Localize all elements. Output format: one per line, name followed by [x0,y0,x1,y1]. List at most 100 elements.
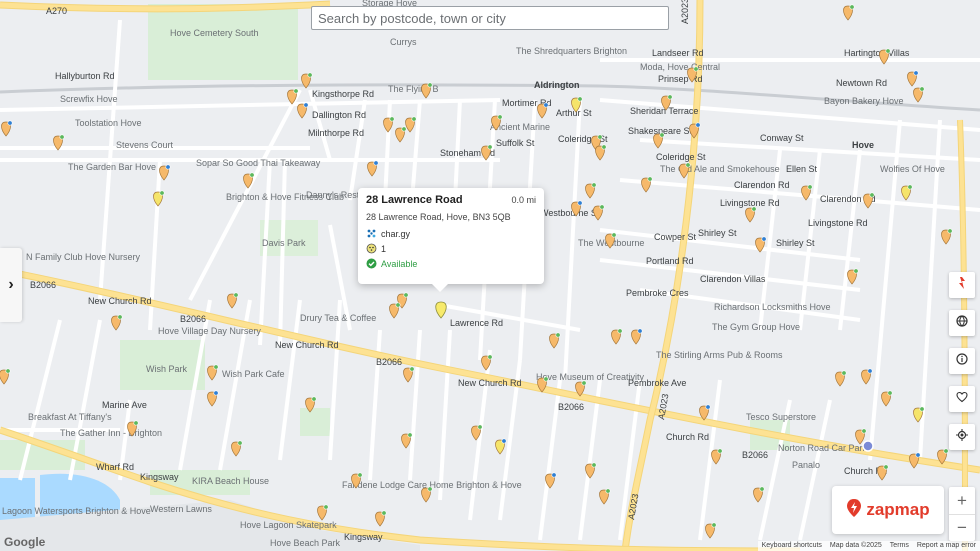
label-livingstone-1: Livingstone Rd [720,198,780,208]
label-dallington: Dallington Rd [312,110,366,120]
zapmap-pin-icon [955,276,969,295]
label-sopar: Sopar So Good Thai Takeaway [196,158,321,168]
zapmap-logo-text: zapmap [866,500,930,519]
label-skatepark: Hove Lagoon Skatepark [240,520,337,530]
label-lagoon-watersports: Lagoon Watersports Brighton & Hove [2,506,151,516]
label-tesco: Tesco Superstore [746,412,816,422]
label-clarendon-villas: Clarendon Villas [700,274,766,284]
label-newtown: Newtown Rd [836,78,887,88]
zapmap-filter-button[interactable] [949,272,975,298]
label-portland-rd: Portland Rd [646,256,694,266]
zapmap-logo: zapmap [832,486,944,534]
info-button[interactable] [949,348,975,374]
label-marine-ave: Marine Ave [102,400,147,410]
zoom-out-button[interactable]: − [949,514,975,541]
label-norton: Norton Road Car Park [778,443,868,453]
label-b2066-4: B2066 [558,402,584,412]
label-b2066-2: B2066 [180,314,206,324]
label-stevens-court: Stevens Court [116,140,174,150]
label-n-family: N Family Club Hove Nursery [26,252,141,262]
my-location-button[interactable] [949,424,975,450]
label-wharf: Wharf Rd [96,462,134,472]
network-logo-icon [366,228,377,239]
map-data-text: Map data ©2025 [829,542,882,549]
label-stirling: The Stirling Arms Pub & Rooms [656,350,783,360]
label-gym-group: The Gym Group Hove [712,322,800,332]
label-beach-park: Hove Beach Park [270,538,341,548]
popup-distance: 0.0 mi [511,195,536,205]
label-breakfast: Breakfast At Tiffany's [28,412,112,422]
popup-address: 28 Lawrence Road, Hove, BN3 5QB [366,212,511,222]
label-livingstone-2: Livingstone Rd [808,218,868,228]
available-check-icon [366,258,377,269]
label-toolstation: Toolstation Hove [75,118,142,128]
popup-connector-count: 1 [381,243,387,254]
label-hove: Hove [852,140,874,150]
label-screwfix: Screwfix Hove [60,94,118,104]
label-wish-park-cafe: Wish Park Cafe [222,369,285,379]
label-moda: Moda, Hove Central [640,62,720,72]
label-shirley-2: Shirley St [776,238,815,248]
label-cowper: Cowper St [654,232,697,242]
label-new-church-1: New Church Rd [88,296,152,306]
heart-icon [956,390,968,408]
label-kira: KIRA Beach House [192,476,269,486]
label-western-lawns: Western Lawns [150,504,212,514]
label-kingsway-1: Kingsway [140,472,179,482]
map-attribution: Keyboard shortcuts Map data ©2025 Terms … [757,541,980,551]
label-hallyburton: Hallyburton Rd [55,71,115,81]
label-old-ale: The Old Ale and Smokehouse [660,164,780,174]
label-suffolk: Suffolk St [496,138,535,148]
search-input[interactable] [311,6,669,30]
zoom-in-button[interactable]: + [949,487,975,514]
connector-plug-icon [366,243,377,254]
label-ellen: Ellen St [786,164,818,174]
label-b2066-3: B2066 [376,357,402,367]
locate-icon [956,428,968,446]
label-b2066-1: B2066 [30,280,56,290]
chevron-right-icon: › [8,276,14,293]
label-hove-cemetery: Hove Cemetery South [170,28,259,38]
label-kingsway-2: Kingsway [344,532,383,542]
zoom-controls: + − [949,487,975,541]
keyboard-shortcuts-link[interactable]: Keyboard shortcuts [762,542,822,550]
layers-button[interactable] [949,310,975,336]
label-hove-village: Hove Village Day Nursery [158,326,261,336]
label-richardson: Richardson Locksmiths Hove [714,302,831,312]
label-wish-park: Wish Park [146,364,188,374]
label-new-church-3: New Church Rd [458,378,522,388]
charger-popup[interactable]: 28 Lawrence Road 0.0 mi 28 Lawrence Road… [358,188,544,292]
label-clarendon-rd-1: Clarendon Rd [734,180,790,190]
zapmap-bolt-icon [846,498,862,523]
label-davis-park: Davis Park [262,238,306,248]
side-panel-toggle[interactable]: › [0,248,22,322]
label-shredquarters: The Shredquarters Brighton [516,46,627,56]
popup-network: char.gy [381,228,411,239]
globe-icon [956,314,968,332]
label-b2066-5: B2066 [742,450,768,460]
label-westbourne-st: Westbourne St [540,208,600,218]
label-gather-inn: The Gather Inn - Brighton [60,428,162,438]
label-currys: Currys [390,37,417,47]
label-drury: Drury Tea & Coffee [300,313,376,323]
label-conway: Conway St [760,133,804,143]
favourites-button[interactable] [949,386,975,412]
label-church-rd: Church Rd [666,432,709,442]
label-new-church-2: New Church Rd [275,340,339,350]
label-coleridge-2: Coleridge St [656,152,706,162]
report-error-link[interactable]: Report a map error [917,542,976,550]
label-milnthorpe: Milnthorpe Rd [308,128,364,138]
label-a270: A270 [46,6,67,16]
popup-title: 28 Lawrence Road [366,194,463,206]
info-icon [956,352,968,370]
label-pembroke-cres: Pembroke Cres [626,288,689,298]
google-logo: Google [4,535,46,549]
terms-link[interactable]: Terms [890,542,909,550]
popup-status: Available [381,258,418,269]
label-dannys: Danny's Resta [306,190,364,200]
user-location-dot [862,440,874,452]
label-kingsthorpe: Kingsthorpe Rd [312,89,374,99]
label-aldrington: Aldrington [534,80,580,90]
label-garden-bar: The Garden Bar Hove [68,162,156,172]
label-shirley-1: Shirley St [698,228,737,238]
